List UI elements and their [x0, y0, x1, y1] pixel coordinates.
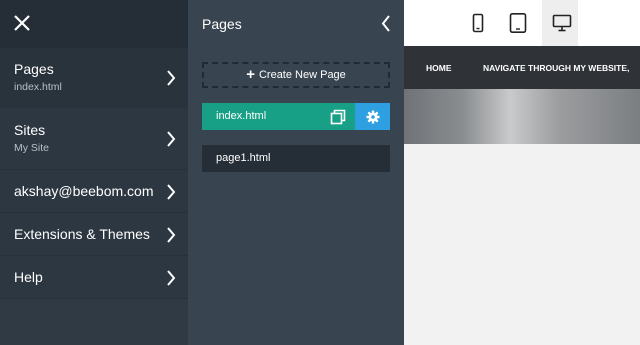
sidebar-item-title: Extensions & Themes: [14, 226, 150, 242]
page-item-index[interactable]: index.html: [202, 103, 390, 130]
desktop-icon: [552, 14, 572, 32]
sidebar: Pages index.html Sites My Site akshay@be…: [0, 0, 188, 345]
tablet-view-button[interactable]: [500, 4, 536, 42]
site-navbar: HOME NAVIGATE THROUGH MY WEBSITE,: [404, 46, 640, 89]
chevron-right-icon: [167, 131, 176, 147]
close-icon[interactable]: [12, 13, 32, 33]
sidebar-item-title: Help: [14, 269, 43, 285]
sidebar-item-account[interactable]: akshay@beebom.com: [0, 170, 188, 213]
site-hero-image: [404, 89, 640, 144]
page-item-page1[interactable]: page1.html: [202, 145, 390, 172]
duplicate-icon[interactable]: [330, 109, 346, 125]
site-content-area: [404, 144, 640, 345]
chevron-right-icon: [167, 227, 176, 243]
chevron-right-icon: [167, 270, 176, 286]
chevron-right-icon: [167, 184, 176, 200]
sidebar-item-help[interactable]: Help: [0, 256, 188, 299]
sidebar-item-subtitle: My Site: [14, 142, 50, 154]
sidebar-item-subtitle: index.html: [14, 81, 62, 93]
phone-icon: [472, 13, 484, 33]
sidebar-item-title: Sites: [14, 122, 46, 138]
site-preview: HOME NAVIGATE THROUGH MY WEBSITE,: [404, 0, 640, 345]
sidebar-item-extensions-themes[interactable]: Extensions & Themes: [0, 213, 188, 256]
pages-panel-title: Pages: [202, 16, 242, 32]
sidebar-item-title: Pages: [14, 61, 54, 77]
create-new-page-label: Create New Page: [258, 69, 346, 81]
pages-panel: Pages + Create New Page index.html page1…: [188, 0, 404, 345]
site-nav-home-link[interactable]: HOME: [426, 63, 452, 73]
page-item-label: index.html: [216, 110, 267, 122]
page-settings-button[interactable]: [355, 103, 390, 130]
page-item-label: page1.html: [216, 152, 271, 164]
pages-panel-header: Pages: [188, 0, 404, 48]
mobile-view-button[interactable]: [460, 4, 496, 42]
chevron-right-icon: [167, 70, 176, 86]
site-nav-navigate-link[interactable]: NAVIGATE THROUGH MY WEBSITE,: [483, 63, 629, 73]
create-new-page-button[interactable]: + Create New Page: [202, 62, 390, 88]
sidebar-item-pages[interactable]: Pages index.html: [0, 48, 188, 108]
sidebar-header: [0, 0, 188, 48]
plus-icon: +: [246, 66, 255, 83]
desktop-view-button[interactable]: [542, 0, 578, 46]
sidebar-item-sites[interactable]: Sites My Site: [0, 108, 188, 170]
chevron-left-icon[interactable]: [381, 15, 391, 32]
sidebar-item-title: akshay@beebom.com: [14, 183, 154, 199]
gear-icon: [366, 110, 380, 124]
device-toolbar: [404, 0, 640, 46]
tablet-icon: [509, 13, 527, 33]
